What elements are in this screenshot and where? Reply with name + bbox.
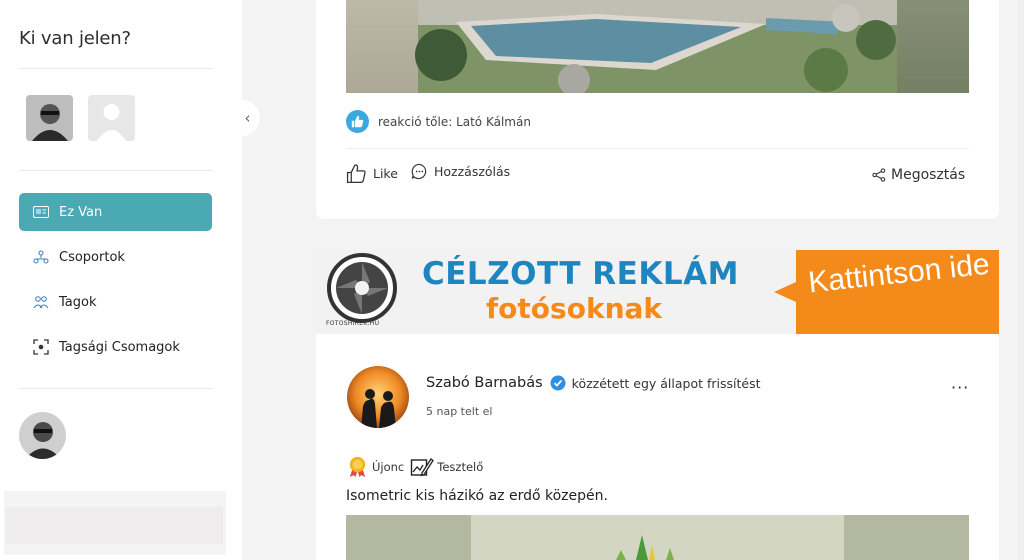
comment-label: Hozzászólás <box>434 164 511 179</box>
nav-item-label: Ez Van <box>59 204 103 220</box>
divider <box>19 68 212 69</box>
page-scrollbar[interactable] <box>1018 0 1024 560</box>
divider <box>19 170 212 171</box>
sidebar-widget-placeholder <box>6 507 223 544</box>
nav-item-tagok[interactable]: Tagok <box>19 283 212 321</box>
badge-label: Újonc <box>372 459 405 474</box>
nav-item-ez-van[interactable]: Ez Van <box>19 193 212 231</box>
verified-badge-icon <box>550 375 566 391</box>
tester-icon <box>411 457 435 477</box>
nav-item-tagsagi-csomagok[interactable]: Tagsági Csomagok <box>19 328 212 366</box>
share-label: Megosztás <box>891 167 966 183</box>
share-button[interactable]: Megosztás <box>872 167 965 183</box>
post-image[interactable] <box>346 515 969 560</box>
ad-banner[interactable]: FOTOSHIREK.HU CÉLZOTT REKLÁM fotósoknak … <box>316 250 999 334</box>
nav-item-csoportok[interactable]: Csoportok <box>19 238 212 276</box>
divider <box>19 388 212 389</box>
comment-button[interactable]: Hozzászólás <box>411 163 510 180</box>
badge-tester[interactable]: Tesztelő <box>410 456 483 478</box>
ad-subheadline: fotósoknak <box>486 292 663 325</box>
share-icon <box>872 168 886 182</box>
reaction-summary[interactable]: reakció tőle: Lató Kálmán <box>346 110 531 133</box>
comment-icon <box>411 163 427 180</box>
divider <box>346 148 969 149</box>
sidebar: Ki van jelen? Ez Van Csoportok Tagok Tag… <box>0 0 242 560</box>
thumbs-up-icon <box>346 164 366 184</box>
post-header: Szabó Barnabás közzétett egy állapot fri… <box>426 375 761 391</box>
members-icon <box>33 294 49 310</box>
badge-label: Tesztelő <box>437 459 484 474</box>
author-name[interactable]: Szabó Barnabás <box>426 375 543 391</box>
sidebar-collapse-button[interactable]: ‹ <box>235 100 260 136</box>
present-member-avatar[interactable] <box>88 95 135 141</box>
current-user-avatar[interactable] <box>19 412 66 459</box>
nav-item-label: Csoportok <box>59 249 125 265</box>
badge-newcomer[interactable]: Újonc <box>346 455 404 478</box>
chevron-left-icon: ‹ <box>244 109 251 127</box>
membership-icon <box>33 339 49 355</box>
like-button[interactable]: Like <box>346 163 398 184</box>
ad-logo-text: FOTOSHIREK.HU <box>326 320 380 327</box>
groups-icon <box>33 249 49 265</box>
like-reaction-icon <box>346 110 369 133</box>
reaction-text: reakció tőle: Lató Kálmán <box>378 114 531 129</box>
medal-icon <box>349 456 366 478</box>
ad-headline: CÉLZOTT REKLÁM <box>422 256 739 292</box>
user-badges: Újonc Tesztelő <box>346 455 489 478</box>
post-body-text: Isometric kis házikó az erdő közepén. <box>346 488 608 504</box>
post-image[interactable] <box>346 0 969 93</box>
present-member-avatar[interactable] <box>26 95 73 141</box>
more-options-button[interactable]: ··· <box>951 378 969 397</box>
nav-item-label: Tagsági Csomagok <box>59 339 180 355</box>
id-card-icon <box>33 204 49 220</box>
post-action-text: közzétett egy állapot frissítést <box>571 375 761 391</box>
who-is-present-title: Ki van jelen? <box>19 28 131 49</box>
author-avatar[interactable] <box>347 366 409 428</box>
post-timestamp[interactable]: 5 nap telt el <box>426 405 492 418</box>
like-label: Like <box>373 166 398 181</box>
nav-item-label: Tagok <box>59 294 97 310</box>
